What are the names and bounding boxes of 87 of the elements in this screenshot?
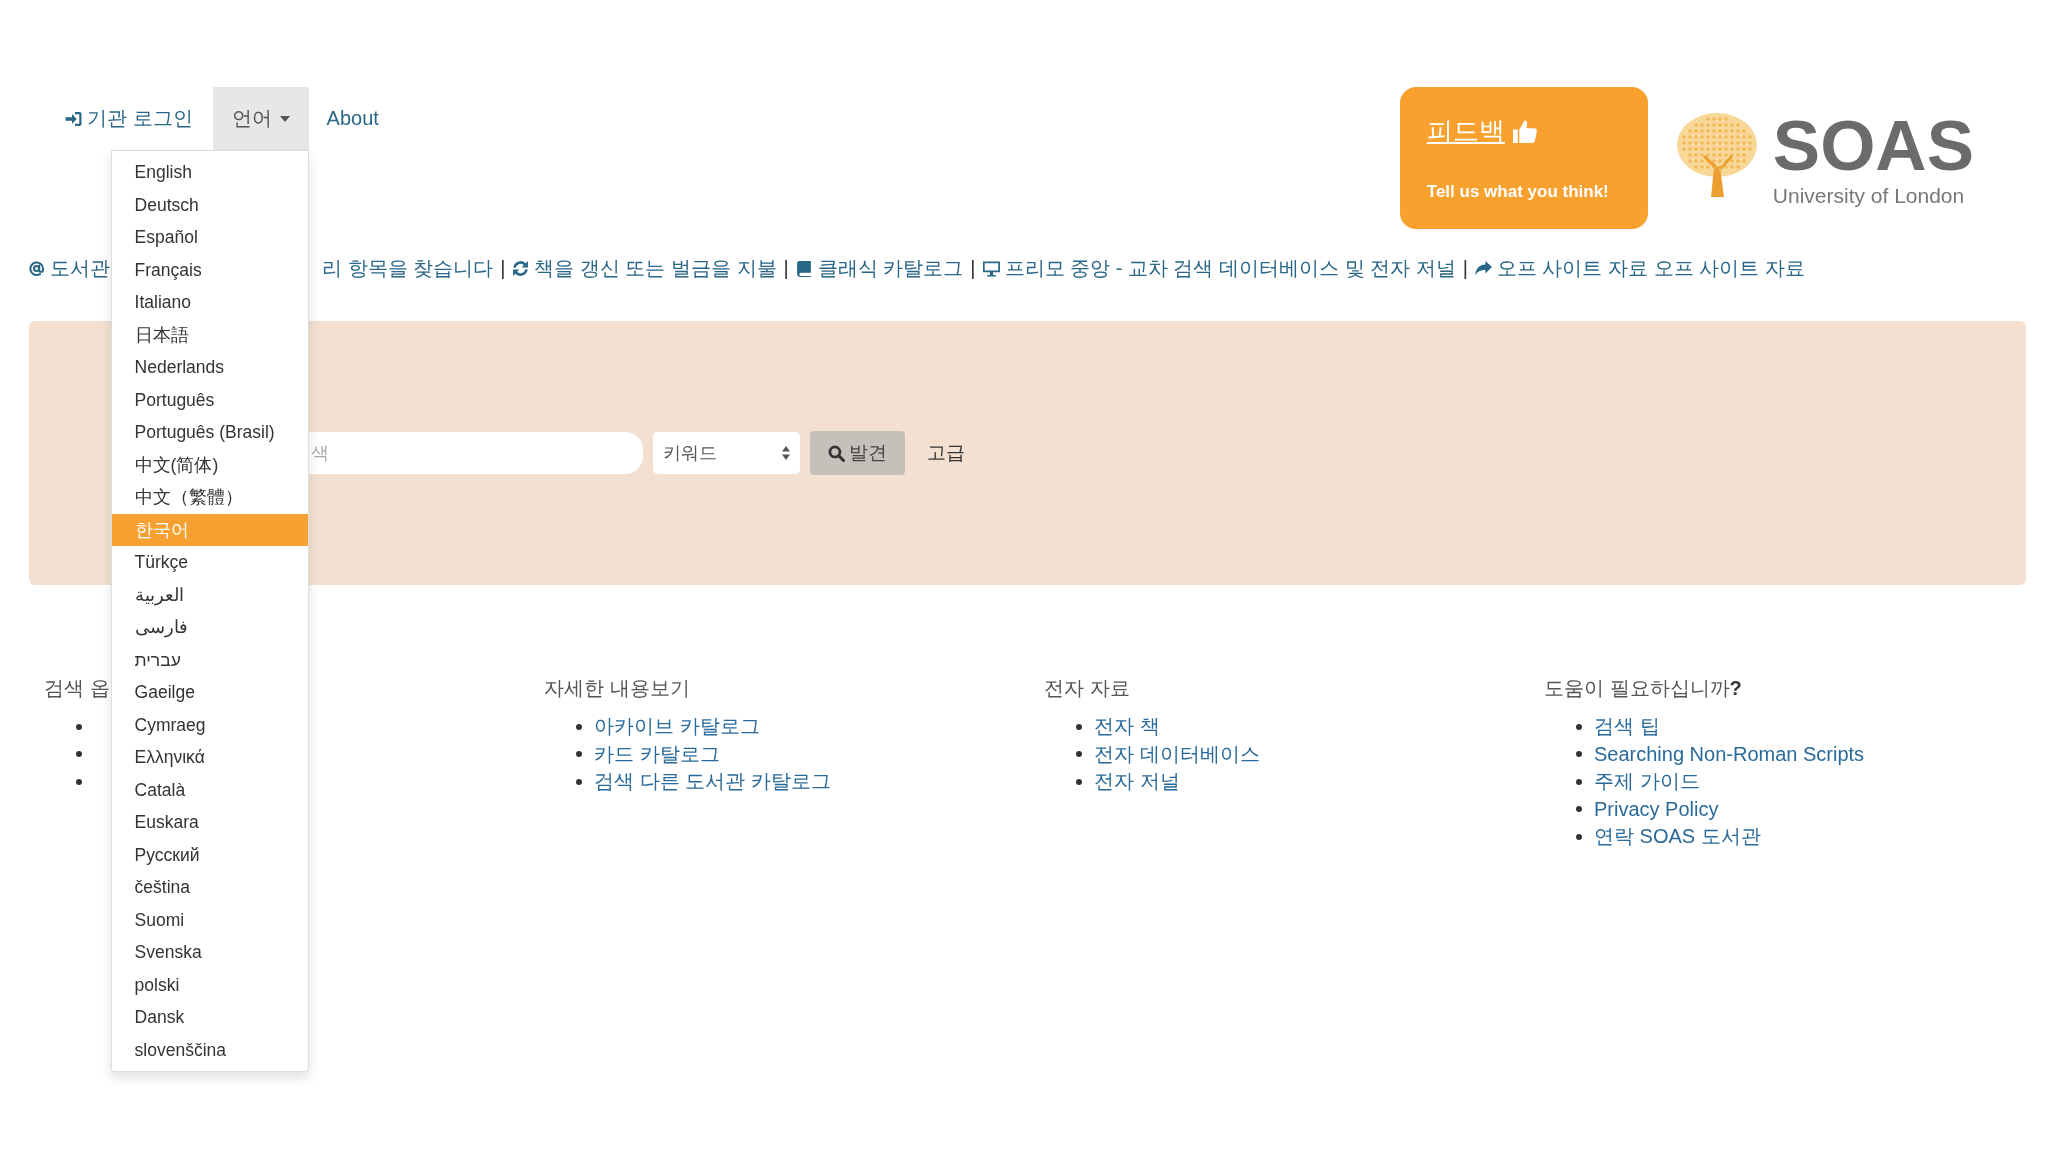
logo-subtitle: University of London [1772,183,1965,209]
about-link[interactable]: About [326,87,379,150]
language-option[interactable]: עברית [111,643,308,676]
language-option[interactable]: Ελληνικά [111,741,308,774]
bullet-icon [1576,806,1582,813]
quick-link[interactable]: 오프 사이트 자료 오프 사이트 자료 [1474,254,1805,282]
footer-link[interactable]: 아카이브 카탈로그 [594,713,760,741]
at-sign-icon [29,259,45,277]
bullet-icon [576,778,582,785]
bullet-icon [76,778,82,785]
footer-heading: 도움이 필요하십니까? [1544,676,1742,700]
language-option[interactable]: Français [111,253,308,286]
search-type-select[interactable]: 키워드 [653,432,800,474]
login-link[interactable]: 기관 로그인 [65,87,193,150]
language-option[interactable]: Português [111,383,308,416]
language-option[interactable]: Português (Brasil) [111,416,308,449]
link-separator: | [1462,256,1468,280]
refresh-icon [512,259,530,277]
language-option[interactable]: Nederlands [111,351,308,384]
search-field[interactable]: 색 [308,432,643,474]
search-button[interactable]: 발견 [810,431,905,475]
language-option[interactable]: فارسی [111,611,308,644]
logo-wordmark: SOAS [1772,111,1974,181]
language-option[interactable]: English [111,156,308,189]
language-dropdown[interactable]: 언어 [212,87,309,150]
language-option[interactable]: Suomi [111,903,308,936]
link-separator: | [970,256,976,280]
language-option[interactable]: Euskara [111,806,308,839]
language-option[interactable]: polski [111,968,308,1001]
quick-link[interactable]: 프리모 중앙 - 교차 검색 데이터베이스 및 전자 저널 [982,254,1456,282]
footer-link[interactable]: Searching Non-Roman Scripts [1594,742,1865,766]
share-arrow-icon [1474,259,1492,277]
footer-link[interactable]: Privacy Policy [1594,797,1719,821]
footer-link[interactable]: 검색 다른 도서관 카탈로그 [594,768,831,796]
bullet-icon [576,723,582,730]
footer-link[interactable]: 검색 팁 [1594,713,1660,741]
monitor-icon [982,259,1000,277]
link-separator: | [783,256,789,280]
language-option[interactable]: 日本語 [111,318,308,351]
language-option[interactable]: Türkçe [111,546,308,579]
language-option[interactable]: Español [111,221,308,254]
language-option[interactable]: Gaeilge [111,676,308,709]
language-option[interactable]: Català [111,773,308,806]
language-option[interactable]: العربية [111,578,308,611]
language-option[interactable]: Cymraeg [111,708,308,741]
thumbs-up-icon [1512,119,1537,143]
footer-link[interactable]: 전자 책 [1094,713,1160,741]
bullet-icon [1576,751,1582,758]
bullet-icon [576,751,582,758]
language-option[interactable]: Deutsch [111,188,308,221]
quick-link[interactable]: 도서관 [29,254,110,282]
language-option[interactable]: Svenska [111,936,308,969]
feedback-tagline: Tell us what you think! [1426,181,1609,203]
search-icon [828,444,845,462]
bullet-icon [1576,778,1582,785]
caret-icon [279,115,290,122]
bullet-icon [1576,723,1582,730]
bullet-icon [1076,751,1082,758]
language-option[interactable]: Русский [111,838,308,871]
bullet-icon [1576,833,1582,840]
quick-link[interactable]: 책을 갱신 또는 벌금을 지불 [512,254,777,282]
link-separator: | [500,256,506,280]
footer-link[interactable]: 전자 데이터베이스 [1094,740,1260,768]
language-option[interactable]: 中文(简体) [111,448,308,481]
bullet-icon [76,751,82,758]
footer-heading: 자세한 내용보기 [544,676,690,700]
footer-link[interactable]: 카드 카탈로그 [594,740,720,768]
footer-heading: 전자 자료 [1044,676,1130,700]
language-option[interactable]: Dansk [111,1001,308,1034]
advanced-search-link[interactable]: 고급 [927,440,965,466]
up-down-arrows-icon [782,446,790,460]
footer-heading: 검색 옵 [44,676,110,700]
language-option[interactable]: slovenščina [111,1033,308,1066]
quick-link[interactable]: 클래식 카탈로그 [795,254,964,282]
bullet-icon [76,723,82,730]
language-option[interactable]: Italiano [111,286,308,319]
footer-link[interactable]: 전자 저널 [1094,768,1180,796]
sign-in-icon [65,110,82,127]
language-option[interactable]: čeština [111,871,308,904]
language-option[interactable]: 中文（繁體） [111,481,308,514]
footer-link[interactable]: 연락 SOAS 도서관 [1594,823,1761,851]
footer-link[interactable]: 주제 가이드 [1594,768,1700,796]
tree-icon [1674,111,1759,199]
bullet-icon [1076,778,1082,785]
quick-link[interactable]: 리 항목을 찾습니다 [322,254,494,282]
bullet-icon [1076,723,1082,730]
book-icon [795,259,813,277]
